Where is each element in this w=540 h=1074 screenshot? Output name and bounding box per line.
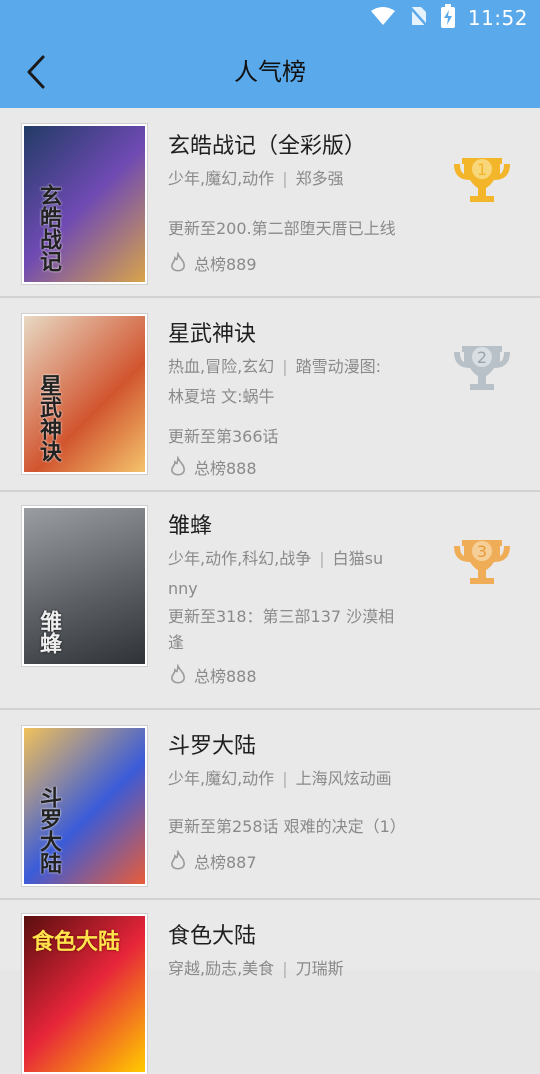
trophy-rank-number: 3 bbox=[477, 542, 487, 561]
ranking-list[interactable]: 玄皓战记 玄皓战记（全彩版） 少年,魔幻,动作 | 郑多强 更新至200.第二部堕天… bbox=[0, 108, 540, 1074]
list-item[interactable]: 斗罗大陆 斗罗大陆 少年,魔幻,动作 | 上海风炫动画 更新至第258话 艰难的决定… bbox=[0, 710, 540, 900]
cover-title: 星武神诀 bbox=[36, 374, 61, 462]
latest-update-line1: 更新至318：第三部137 沙漠相 bbox=[168, 607, 395, 626]
battery-charging-icon bbox=[440, 4, 456, 32]
no-sim-icon bbox=[408, 5, 428, 31]
flame-icon bbox=[171, 252, 185, 272]
comic-tags: 少年,魔幻,动作 bbox=[168, 169, 275, 188]
cover-title: 食色大陆 bbox=[32, 930, 121, 955]
status-bar: 11:52 bbox=[0, 0, 540, 36]
comic-tags-author: 少年,魔幻,动作 | 上海风炫动画 bbox=[168, 769, 392, 788]
wifi-icon bbox=[370, 6, 396, 30]
comic-title[interactable]: 食色大陆 bbox=[168, 922, 408, 952]
comic-cover[interactable]: 食色大陆 bbox=[22, 914, 147, 1074]
comic-author-cont: nny bbox=[168, 579, 198, 598]
back-button[interactable] bbox=[16, 52, 56, 92]
comic-tags: 热血,冒险,玄幻 bbox=[168, 357, 275, 376]
chevron-left-icon bbox=[27, 55, 45, 89]
comic-tags: 少年,魔幻,动作 bbox=[168, 769, 275, 788]
rank-label: 总榜887 bbox=[194, 853, 257, 872]
comic-author: 白猫su bbox=[332, 549, 384, 568]
comic-info: 斗罗大陆 少年,魔幻,动作 | 上海风炫动画 更新至第258话 艰难的决定（1） 总… bbox=[168, 732, 408, 874]
rank-label: 总榜888 bbox=[194, 459, 257, 478]
comic-cover[interactable]: 斗罗大陆 bbox=[22, 726, 147, 886]
comic-cover[interactable]: 雏蜂 bbox=[22, 506, 147, 666]
list-item[interactable]: 星武神诀 星武神诀 热血,冒险,玄幻 | 踏雪动漫图: 林夏培 文:蜗牛 更新至第3… bbox=[0, 298, 540, 492]
comic-author-cont: 林夏培 文:蜗牛 bbox=[168, 387, 275, 406]
comic-info: 雏蜂 少年,动作,科幻,战争 | 白猫su nny 更新至318：第三部137 沙漠… bbox=[168, 512, 408, 688]
comic-cover[interactable]: 星武神诀 bbox=[22, 314, 147, 474]
comic-author: 上海风炫动画 bbox=[295, 769, 392, 788]
trophy-silver-icon: 2 bbox=[452, 338, 512, 398]
comic-info: 食色大陆 穿越,励志,美食 | 刀瑞斯 bbox=[168, 922, 408, 984]
comic-tags-author: 少年,动作,科幻,战争 | 白猫su nny bbox=[168, 549, 384, 598]
latest-update: 更新至200.第二部堕天厝已上线 bbox=[168, 219, 396, 238]
comic-tags-author: 热血,冒险,玄幻 | 踏雪动漫图: 林夏培 文:蜗牛 bbox=[168, 357, 381, 406]
comic-tags-author: 少年,魔幻,动作 | 郑多强 bbox=[168, 169, 344, 188]
rank-row: 总榜889 bbox=[168, 250, 408, 276]
rank-row: 总榜887 bbox=[168, 848, 408, 874]
list-item[interactable]: 雏蜂 雏蜂 少年,动作,科幻,战争 | 白猫su nny 更新至318：第三部137… bbox=[0, 492, 540, 710]
latest-update: 更新至第258话 艰难的决定（1） bbox=[168, 817, 406, 836]
comic-title[interactable]: 星武神诀 bbox=[168, 320, 408, 350]
comic-title[interactable]: 玄皓战记（全彩版） bbox=[168, 132, 408, 162]
comic-tags: 少年,动作,科幻,战争 bbox=[168, 549, 312, 568]
comic-title[interactable]: 雏蜂 bbox=[168, 512, 408, 542]
cover-title: 雏蜂 bbox=[36, 610, 61, 654]
app-bar: 人气榜 bbox=[0, 36, 540, 108]
rank-label: 总榜888 bbox=[194, 667, 257, 686]
flame-icon bbox=[171, 664, 185, 684]
rank-row: 总榜888 bbox=[168, 454, 408, 480]
comic-tags: 穿越,励志,美食 bbox=[168, 959, 275, 978]
flame-icon bbox=[171, 850, 185, 870]
comic-title[interactable]: 斗罗大陆 bbox=[168, 732, 408, 762]
trophy-bronze-icon: 3 bbox=[452, 532, 512, 592]
trophy-gold-icon: 1 bbox=[452, 150, 512, 210]
comic-info: 星武神诀 热血,冒险,玄幻 | 踏雪动漫图: 林夏培 文:蜗牛 更新至第366话 总… bbox=[168, 320, 408, 480]
comic-author: 踏雪动漫图: bbox=[295, 357, 381, 376]
comic-author: 刀瑞斯 bbox=[295, 959, 344, 978]
rank-row: 总榜888 bbox=[168, 662, 408, 688]
latest-update-line2: 逢 bbox=[168, 633, 185, 652]
cover-title: 玄皓战记 bbox=[36, 184, 61, 272]
latest-update: 更新至第366话 bbox=[168, 427, 279, 446]
list-item[interactable]: 玄皓战记 玄皓战记（全彩版） 少年,魔幻,动作 | 郑多强 更新至200.第二部堕天… bbox=[0, 108, 540, 298]
rank-label: 总榜889 bbox=[194, 255, 257, 274]
comic-tags-author: 穿越,励志,美食 | 刀瑞斯 bbox=[168, 959, 344, 978]
trophy-rank-number: 2 bbox=[477, 348, 487, 367]
cover-title: 斗罗大陆 bbox=[36, 786, 61, 874]
comic-info: 玄皓战记（全彩版） 少年,魔幻,动作 | 郑多强 更新至200.第二部堕天厝已上线 … bbox=[168, 132, 408, 276]
latest-update: 更新至318：第三部137 沙漠相 逢 bbox=[168, 604, 408, 656]
comic-author: 郑多强 bbox=[295, 169, 344, 188]
status-icons: 11:52 bbox=[370, 4, 528, 32]
trophy-rank-number: 1 bbox=[477, 160, 487, 179]
flame-icon bbox=[171, 456, 185, 476]
comic-cover[interactable]: 玄皓战记 bbox=[22, 124, 147, 284]
page-title: 人气榜 bbox=[234, 58, 306, 86]
status-time: 11:52 bbox=[467, 6, 528, 30]
